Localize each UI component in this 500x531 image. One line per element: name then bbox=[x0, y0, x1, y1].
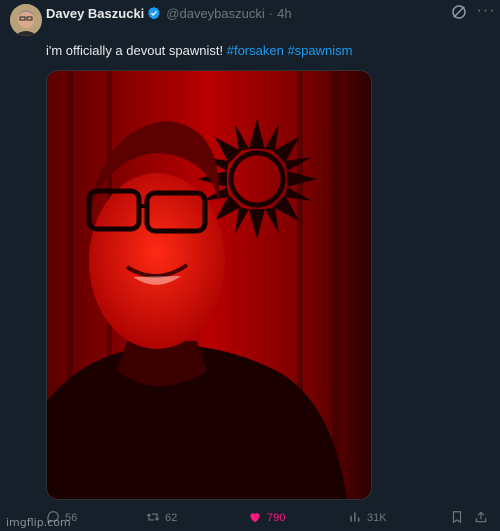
action-bar: 56 62 790 31K bbox=[46, 510, 492, 526]
avatar[interactable] bbox=[10, 4, 42, 36]
tweet[interactable]: Davey Baszucki @daveybaszucki · 4h ··· i… bbox=[0, 0, 500, 531]
hashtag-spawnism[interactable]: #spawnism bbox=[287, 43, 352, 58]
views-button[interactable]: 31K bbox=[348, 510, 387, 526]
tweet-photo[interactable] bbox=[46, 70, 372, 500]
imgflip-watermark: imgflip.com bbox=[6, 516, 71, 529]
retweet-icon bbox=[146, 510, 165, 527]
author-name[interactable]: Davey Baszucki bbox=[46, 6, 144, 21]
tweet-text: i'm officially a devout spawnist! #forsa… bbox=[46, 43, 352, 58]
tweet-header: Davey Baszucki @daveybaszucki · 4h bbox=[46, 4, 292, 22]
verified-badge-icon bbox=[147, 6, 161, 20]
tweet-body: i'm officially a devout spawnist! bbox=[46, 43, 224, 58]
retweet-count: 62 bbox=[165, 512, 178, 524]
views-icon bbox=[348, 510, 367, 527]
tweet-timestamp[interactable]: 4h bbox=[277, 6, 291, 21]
bookmark-icon[interactable] bbox=[450, 510, 464, 524]
share-icon[interactable] bbox=[474, 510, 488, 524]
hashtag-forsaken[interactable]: #forsaken bbox=[227, 43, 284, 58]
more-icon[interactable]: ··· bbox=[476, 2, 496, 20]
like-button[interactable]: 790 bbox=[248, 510, 285, 526]
like-count: 790 bbox=[267, 512, 286, 524]
grok-icon[interactable] bbox=[450, 3, 468, 21]
separator-dot: · bbox=[268, 5, 274, 21]
heart-icon bbox=[248, 510, 267, 527]
views-count: 31K bbox=[367, 512, 387, 524]
retweet-button[interactable]: 62 bbox=[146, 510, 177, 526]
author-handle[interactable]: @daveybaszucki bbox=[166, 6, 264, 21]
